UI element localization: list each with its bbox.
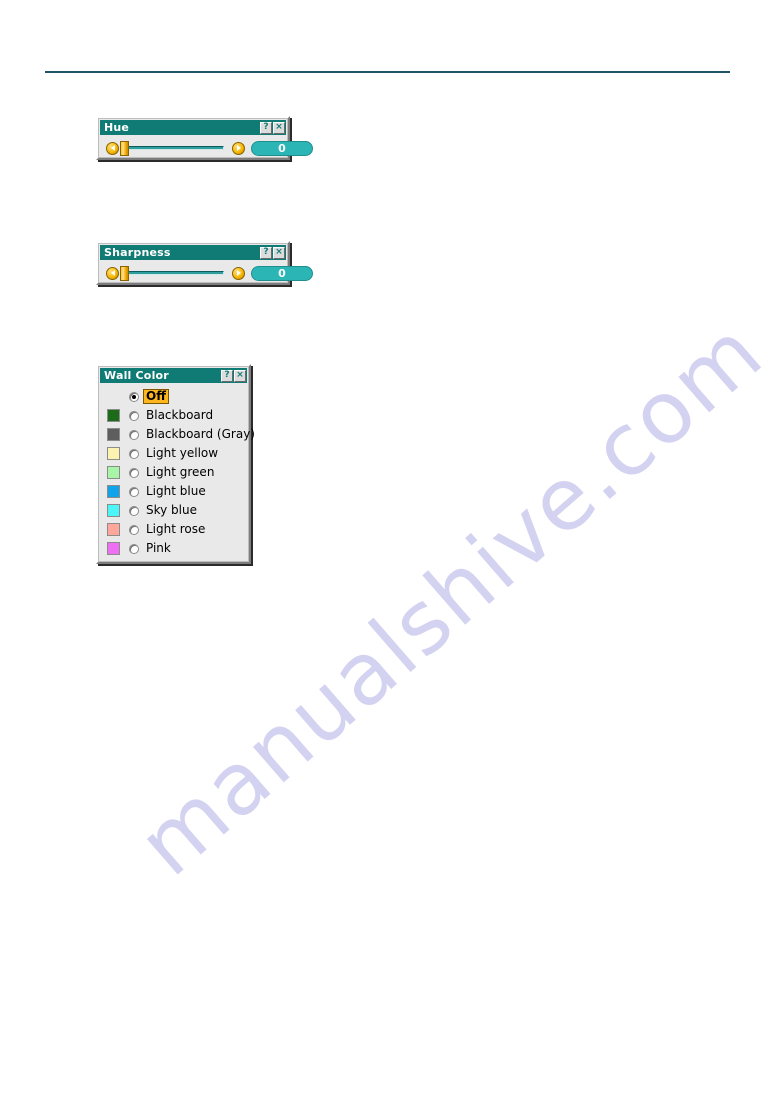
wall-color-titlebar: Wall Color ? × [100,368,247,383]
hue-slider-track[interactable] [120,141,224,156]
sharpness-titlebar-buttons: ? × [260,246,285,259]
wall-color-titlebar-buttons: ? × [221,369,246,382]
hue-title: Hue [104,121,130,134]
wall-color-option-blackboard-gray[interactable]: Blackboard (Gray) [100,425,255,444]
sharpness-slider-row: 0 [100,260,313,286]
wall-color-option-label: Light blue [146,484,206,498]
wall-color-option-sky-blue[interactable]: Sky blue [100,501,247,520]
close-icon[interactable]: × [234,369,246,382]
sharpness-title: Sharpness [104,246,171,259]
wall-color-option-label: Off [143,389,169,404]
help-icon[interactable]: ? [260,121,272,134]
wall-color-option-label: Blackboard (Gray) [146,427,255,441]
sharpness-increase-arrow-icon[interactable] [232,266,245,280]
hue-slider-thumb[interactable] [120,141,129,156]
wall-color-option-off[interactable]: Off [100,387,247,406]
hue-dialog: Hue ? × 0 [96,116,313,161]
color-swatch-icon [107,466,120,479]
wall-color-dialog: Wall Color ? × Off Blackboard Blackboard (… [96,364,255,564]
radio-button-icon[interactable] [129,391,139,402]
hue-slider-row: 0 [100,135,313,161]
radio-button-icon[interactable] [129,486,139,497]
close-icon[interactable]: × [273,121,285,134]
wall-color-option-label: Blackboard [146,408,214,422]
wall-color-option-label: Light yellow [146,446,219,460]
radio-button-icon[interactable] [129,429,139,440]
wall-color-option-blackboard[interactable]: Blackboard [100,406,247,425]
wall-color-option-pink[interactable]: Pink [100,539,247,558]
wall-color-option-label: Light rose [146,522,206,536]
color-swatch-icon [107,409,120,422]
hue-decrease-arrow-icon[interactable] [106,141,119,155]
radio-button-icon[interactable] [129,467,139,478]
radio-button-icon[interactable] [129,543,139,554]
hue-track-bar [120,146,224,150]
help-icon[interactable]: ? [260,246,272,259]
sharpness-value: 0 [251,265,313,281]
hue-value: 0 [251,140,313,156]
wall-color-option-light-blue[interactable]: Light blue [100,482,247,501]
color-swatch-placeholder [107,390,120,403]
sharpness-track-bar [120,271,224,275]
sharpness-decrease-arrow-icon[interactable] [106,266,119,280]
wall-color-option-label: Pink [146,541,171,555]
wall-color-option-label: Sky blue [146,503,197,517]
wall-color-option-light-green[interactable]: Light green [100,463,247,482]
wall-color-option-list: Off Blackboard Blackboard (Gray) Light yell… [100,383,255,564]
color-swatch-icon [107,447,120,460]
color-swatch-icon [107,504,120,517]
sharpness-dialog-inner: Sharpness ? × 0 [98,243,313,286]
color-swatch-icon [107,428,120,441]
hue-increase-arrow-icon[interactable] [232,141,245,155]
sharpness-dialog: Sharpness ? × 0 [96,241,313,286]
radio-button-icon[interactable] [129,505,139,516]
radio-button-icon[interactable] [129,410,139,421]
wall-color-option-light-yellow[interactable]: Light yellow [100,444,247,463]
close-icon[interactable]: × [273,246,285,259]
wall-color-option-label: Light green [146,465,215,479]
color-swatch-icon [107,542,120,555]
page-header-rule [45,71,730,73]
sharpness-slider-track[interactable] [120,266,224,281]
color-swatch-icon [107,485,120,498]
help-icon[interactable]: ? [221,369,233,382]
hue-titlebar: Hue ? × [100,120,286,135]
wall-color-dialog-inner: Wall Color ? × Off Blackboard Blackboard (… [98,366,255,564]
color-swatch-icon [107,523,120,536]
sharpness-slider-thumb[interactable] [120,266,129,281]
radio-button-icon[interactable] [129,448,139,459]
wall-color-option-light-rose[interactable]: Light rose [100,520,247,539]
hue-titlebar-buttons: ? × [260,121,285,134]
wall-color-title: Wall Color [104,369,169,382]
sharpness-titlebar: Sharpness ? × [100,245,286,260]
radio-button-icon[interactable] [129,524,139,535]
hue-dialog-inner: Hue ? × 0 [98,118,313,161]
